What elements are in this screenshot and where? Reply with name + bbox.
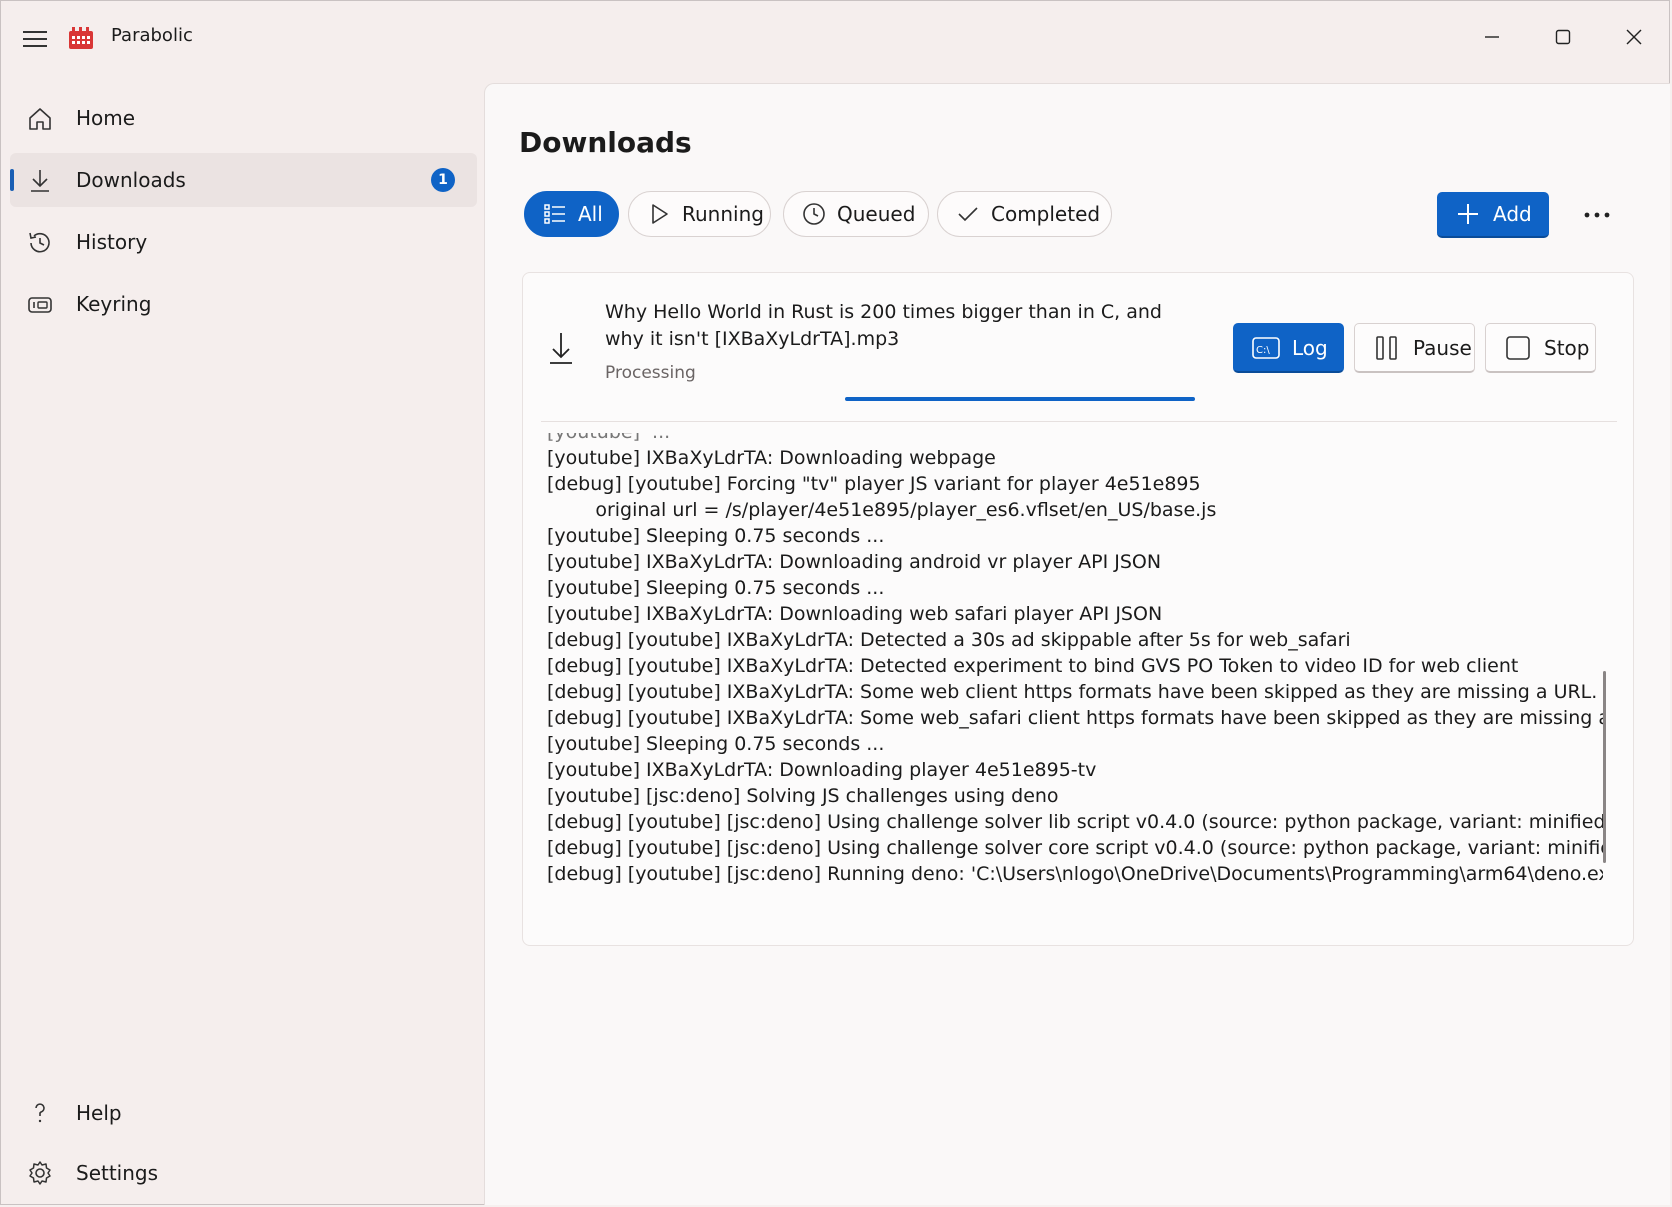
filter-label: All — [578, 202, 603, 226]
keyring-icon — [26, 291, 54, 319]
pause-button[interactable]: Pause — [1354, 323, 1475, 373]
clock-icon — [801, 201, 827, 227]
app-title: Parabolic — [111, 25, 193, 46]
sidebar-item-history[interactable]: History — [10, 215, 477, 269]
sidebar-item-label: Downloads — [76, 168, 186, 192]
log-line: [youtube] Sleeping 0.75 seconds ... — [547, 577, 885, 599]
sidebar-item-label: Home — [76, 106, 136, 130]
gear-icon — [26, 1159, 54, 1187]
download-icon — [550, 333, 572, 364]
log-line: [youtube] [jsc:deno] Solving JS challeng… — [547, 785, 1059, 807]
maximize-icon — [1555, 29, 1571, 45]
download-card: Why Hello World in Rust is 200 times big… — [522, 272, 1634, 946]
log-line: [debug] [youtube] [jsc:deno] Using chall… — [547, 837, 1603, 859]
sidebar-item-label: History — [76, 230, 148, 254]
log-line: [youtube] Sleeping 0.75 seconds ... — [547, 733, 885, 755]
play-icon — [646, 201, 672, 227]
close-button[interactable] — [1609, 19, 1659, 55]
log-label: Log — [1292, 335, 1328, 360]
add-download-button[interactable]: Add — [1437, 192, 1549, 238]
download-title: Why Hello World in Rust is 200 times big… — [605, 301, 1162, 350]
more-icon — [1584, 212, 1610, 218]
app-logo-icon — [69, 27, 93, 49]
more-options-button[interactable] — [1577, 196, 1617, 234]
terminal-icon: C:\ — [1252, 334, 1280, 362]
filter-label: Queued — [837, 202, 916, 226]
stop-label: Stop — [1544, 335, 1590, 360]
stop-button[interactable]: Stop — [1485, 323, 1596, 373]
log-output[interactable]: [youtube] ... [youtube] IXBaXyLdrTA: Dow… — [547, 433, 1603, 933]
sidebar-item-settings[interactable]: Settings — [10, 1146, 477, 1200]
log-line: [youtube] Sleeping 0.75 seconds ... — [547, 525, 885, 547]
log-scrollbar[interactable] — [1603, 671, 1606, 863]
sidebar-item-label: Keyring — [76, 292, 152, 316]
sidebar-item-downloads[interactable]: Downloads 1 — [10, 153, 477, 207]
pause-label: Pause — [1413, 335, 1472, 360]
help-icon — [26, 1099, 54, 1127]
sidebar: Home Downloads 1 History Keyring Help Se… — [1, 91, 485, 1201]
filter-all-button[interactable]: All — [524, 191, 619, 237]
check-icon — [955, 201, 981, 227]
filter-label: Running — [682, 202, 764, 226]
main-content: Downloads All Running Queued Completed A… — [484, 83, 1670, 1205]
home-icon — [26, 105, 54, 133]
filter-running-button[interactable]: Running — [628, 191, 771, 237]
sidebar-item-help[interactable]: Help — [10, 1086, 477, 1140]
download-status: Processing — [605, 363, 696, 383]
filter-completed-button[interactable]: Completed — [937, 191, 1112, 237]
log-line: [debug] [youtube] IXBaXyLdrTA: Detected … — [547, 629, 1351, 651]
list-icon — [542, 201, 568, 227]
log-line: [youtube] IXBaXyLdrTA: Downloading webpa… — [547, 447, 996, 469]
log-line: [debug] [youtube] Forcing "tv" player JS… — [547, 473, 1201, 495]
log-line-partial: [youtube] ... — [547, 433, 670, 445]
maximize-button[interactable] — [1538, 19, 1588, 55]
svg-text:C:\: C:\ — [1256, 345, 1270, 356]
log-line: [debug] [youtube] [jsc:deno] Running den… — [547, 863, 1603, 885]
sidebar-item-label: Settings — [76, 1161, 159, 1185]
plus-icon — [1455, 201, 1481, 227]
add-label: Add — [1493, 202, 1532, 226]
page-title: Downloads — [519, 126, 692, 159]
download-progress-bar — [845, 397, 1195, 401]
sidebar-item-keyring[interactable]: Keyring — [10, 277, 477, 331]
title-bar: Parabolic — [1, 1, 1669, 77]
history-icon — [26, 229, 54, 257]
log-line: [debug] [youtube] IXBaXyLdrTA: Detected … — [547, 655, 1519, 677]
log-line: [debug] [youtube] [jsc:deno] Using chall… — [547, 811, 1603, 833]
log-line: [debug] [youtube] IXBaXyLdrTA: Some web_… — [547, 707, 1603, 729]
sidebar-item-home[interactable]: Home — [10, 91, 477, 145]
sidebar-item-label: Help — [76, 1101, 122, 1125]
filter-label: Completed — [991, 202, 1101, 226]
download-icon — [26, 167, 54, 195]
log-line: original url = /s/player/4e51e895/player… — [547, 499, 1217, 521]
active-indicator — [10, 169, 14, 191]
divider — [541, 421, 1617, 422]
log-line: [youtube] IXBaXyLdrTA: Downloading web s… — [547, 603, 1163, 625]
minimize-icon — [1485, 36, 1499, 38]
log-line: [debug] [youtube] IXBaXyLdrTA: Some web … — [547, 681, 1603, 703]
stop-icon — [1504, 334, 1532, 362]
filter-queued-button[interactable]: Queued — [783, 191, 929, 237]
log-button[interactable]: C:\ Log — [1233, 323, 1344, 373]
close-icon — [1626, 29, 1642, 45]
log-line: [youtube] IXBaXyLdrTA: Downloading andro… — [547, 551, 1162, 573]
downloads-count-badge: 1 — [431, 168, 455, 192]
log-line: [youtube] IXBaXyLdrTA: Downloading playe… — [547, 759, 1097, 781]
minimize-button[interactable] — [1467, 19, 1517, 55]
menu-toggle-icon[interactable] — [23, 27, 47, 49]
pause-icon — [1373, 334, 1401, 362]
app-window: Parabolic Home Downloads 1 History Keyri… — [0, 0, 1670, 1205]
